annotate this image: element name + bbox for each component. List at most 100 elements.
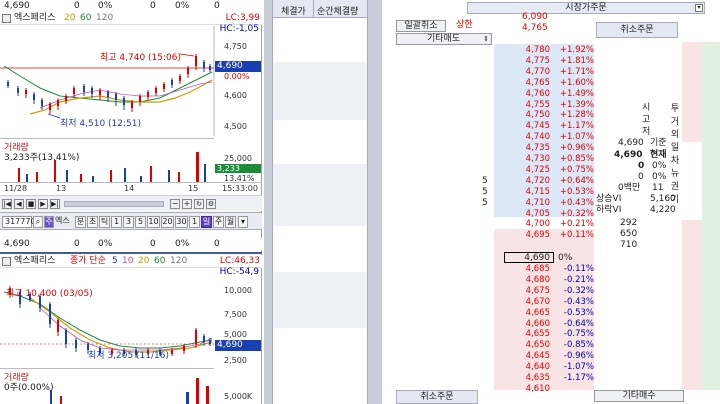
refresh-icon[interactable]: ↻ (194, 199, 204, 209)
upper-vi-label: 상승VI (596, 194, 622, 204)
ask-price[interactable]: 4,770 (512, 67, 550, 78)
ask-price[interactable]: 4,765 (512, 78, 550, 89)
side-column (682, 42, 702, 142)
bid-price[interactable]: 4,650 (512, 340, 550, 351)
tick-panel: 체결가 순간체결량 (272, 0, 368, 404)
tf-button-20[interactable]: 20 (161, 216, 174, 228)
high-annotation: 최고 10,400 (03/05) (6, 289, 93, 299)
other-buy-select[interactable]: 기타매수 (594, 390, 684, 402)
ask-price[interactable]: 4,725 (512, 165, 550, 176)
market-order-title[interactable]: 시장가주문 ▾ (467, 2, 705, 14)
bid-price[interactable]: 4,685 (512, 264, 550, 275)
tf-button-day[interactable]: 일 (201, 216, 212, 228)
tf-button-week[interactable]: 주 (213, 216, 224, 228)
col-header-price: 체결가 (281, 7, 306, 17)
bid-price[interactable]: 4,645 (512, 351, 550, 362)
ask-price[interactable]: 4,720 (512, 176, 550, 187)
current-price-tag: 4,690 (215, 61, 261, 72)
nav-first-icon[interactable]: |◀ (2, 199, 12, 209)
vtab-news[interactable]: 뉴 (669, 168, 681, 181)
vtab-investor[interactable]: 투 (669, 103, 681, 116)
nav-next-icon[interactable]: ▶ (38, 199, 48, 209)
ask-pct: +0.32% (559, 208, 594, 219)
zoom-in-icon[interactable]: + (182, 199, 192, 209)
bid-price[interactable]: 4,655 (512, 329, 550, 340)
bid-price[interactable]: 4,640 (512, 362, 550, 373)
vtab-trade[interactable]: 거 (669, 116, 681, 129)
ask-price[interactable]: 4,710 (512, 198, 550, 209)
vtab-other[interactable]: 기 (669, 194, 681, 207)
low-annotation: 최저 4,510 (12:51) (60, 119, 142, 129)
dropdown-icon[interactable]: ▾ (695, 4, 703, 12)
legend-ma-20: 20 (138, 256, 150, 266)
stock-code-input[interactable]: 317770 (2, 216, 36, 228)
tf-button-5[interactable]: 5 (135, 216, 146, 228)
bid-pct: -0.53% (563, 307, 594, 318)
cancel-order-header[interactable]: 취소주문 (596, 22, 678, 38)
y-axis-label: 0.00% (224, 72, 250, 81)
tf-button-1[interactable]: 1 (111, 216, 122, 228)
tf-button-month[interactable]: 월 (225, 216, 236, 228)
ask-price[interactable]: 4,760 (512, 89, 550, 100)
tf-button-1b[interactable]: 1 (189, 216, 200, 228)
vtab-foreign[interactable]: 외 (669, 129, 681, 142)
legend-checkbox[interactable] (2, 14, 11, 23)
ask-price[interactable]: 4,735 (512, 143, 550, 154)
row-band (273, 62, 367, 120)
bid-price[interactable]: 4,660 (512, 319, 550, 330)
vtab-daily[interactable]: 일 (669, 142, 681, 155)
ask-price[interactable]: 4,745 (512, 121, 550, 132)
ask-price[interactable]: 4,780 (512, 45, 550, 56)
bid-pct: -0.21% (563, 274, 594, 285)
nav-last-icon[interactable]: ▶| (50, 199, 60, 209)
legend-checkbox[interactable] (2, 257, 11, 266)
tf-button-30[interactable]: 30 (175, 216, 188, 228)
ask-price[interactable]: 4,750 (512, 110, 550, 121)
ask-price[interactable]: 4,755 (512, 100, 550, 111)
bid-price[interactable]: 4,670 (512, 297, 550, 308)
bottom-cancel-order-header[interactable]: 취소주문 (396, 390, 478, 404)
side-quantity: 710 (620, 240, 638, 250)
tf-button-tick[interactable]: 틱 (99, 216, 110, 228)
tf-button-3[interactable]: 3 (123, 216, 134, 228)
stock-type-icon[interactable]: 주 (44, 216, 54, 228)
tf-button-10[interactable]: 10 (147, 216, 160, 228)
chart-scrollbar[interactable] (64, 201, 164, 207)
col-divider (313, 0, 314, 18)
summary-pct: 0% (98, 239, 113, 249)
bid-price[interactable]: 4,610 (512, 384, 550, 395)
spinner-icon[interactable]: ⇕ (483, 34, 489, 45)
more-icon[interactable]: ▾ (238, 216, 248, 228)
ask-price[interactable]: 4,775 (512, 56, 550, 67)
bid-pct: -1.17% (563, 373, 594, 383)
volume-tag: 3,233 (215, 164, 261, 173)
side-quantity: 650 (620, 229, 638, 239)
bid-pct: -0.11% (563, 264, 594, 274)
stock-name-short: 엑스 (55, 216, 70, 225)
bid-price[interactable]: 4,635 (512, 373, 550, 384)
y-axis-label: 10,000 (224, 286, 252, 295)
other-sell-select[interactable]: 기타매도 ⇕ (396, 33, 492, 45)
ask-price[interactable]: 4,715 (512, 187, 550, 198)
bid-price[interactable]: 4,665 (512, 308, 550, 319)
search-icon[interactable]: ⌕ (33, 216, 43, 228)
settings-icon[interactable]: ⚙ (206, 199, 216, 209)
ask-price[interactable]: 4,700 (512, 219, 550, 230)
vtab-chart[interactable]: 차 (669, 155, 681, 168)
ask-price[interactable]: 4,730 (512, 154, 550, 165)
tf-button-second[interactable]: 초 (87, 216, 98, 228)
y-axis-label: 2,500 (224, 356, 247, 365)
ask-price[interactable]: 4,705 (512, 209, 550, 220)
nav-stop-icon[interactable]: ■ (26, 199, 36, 209)
cancel-all-button[interactable]: 일괄취소 (396, 20, 446, 32)
ask-price[interactable]: 4,695 (512, 230, 550, 241)
legend-ma-20: 20 (64, 13, 76, 23)
tf-button-minute[interactable]: 분 (75, 216, 86, 228)
chart-panel: 4,690 0 0% 0 0% 0 엑스페리스 20 60 120 LC:3,9… (0, 0, 262, 404)
zoom-out-icon[interactable]: − (170, 199, 180, 209)
vtab-rights[interactable]: 권 (669, 181, 681, 194)
bid-price[interactable]: 4,680 (512, 275, 550, 286)
bid-price[interactable]: 4,675 (512, 286, 550, 297)
ask-price[interactable]: 4,740 (512, 132, 550, 143)
nav-prev-icon[interactable]: ◀ (14, 199, 24, 209)
